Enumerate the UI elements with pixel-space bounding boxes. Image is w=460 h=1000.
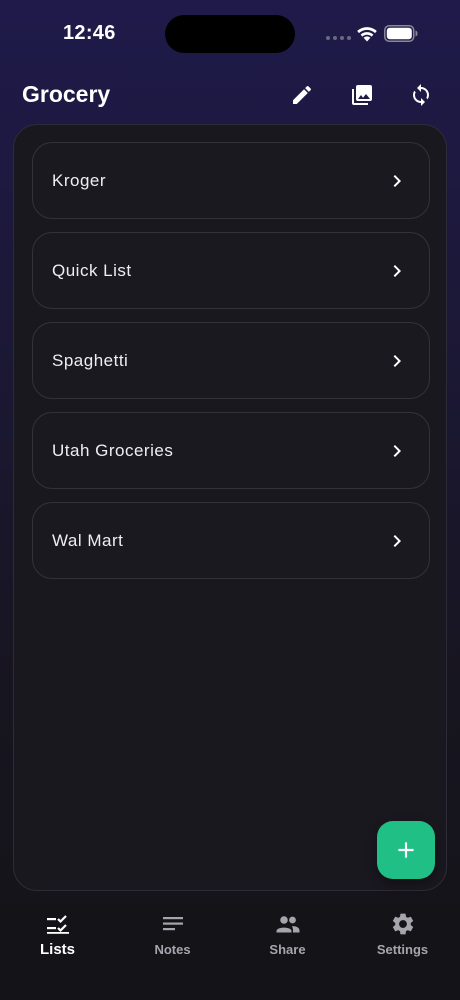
list-item-label: Wal Mart bbox=[52, 531, 124, 550]
list-item-label: Kroger bbox=[52, 171, 107, 190]
chevron-right-icon bbox=[385, 529, 409, 553]
photo-library-button[interactable] bbox=[347, 80, 377, 110]
gear-icon bbox=[390, 911, 416, 937]
status-time: 12:46 bbox=[63, 22, 116, 44]
people-icon bbox=[275, 911, 301, 937]
chevron-right-icon bbox=[385, 349, 409, 373]
app-header: Grocery bbox=[0, 70, 460, 122]
chevron-right-icon bbox=[385, 259, 409, 283]
tab-label: Lists bbox=[39, 941, 75, 958]
wifi-icon bbox=[357, 27, 377, 42]
list-item-quick-list[interactable]: Quick List bbox=[32, 232, 430, 309]
sync-button[interactable] bbox=[406, 80, 436, 110]
list-item-wal-mart[interactable]: Wal Mart bbox=[32, 502, 430, 579]
signal-icon bbox=[326, 36, 351, 40]
photo-library-icon bbox=[352, 85, 372, 105]
tab-label: Settings bbox=[376, 942, 429, 957]
notes-icon bbox=[160, 911, 186, 937]
checklist-icon bbox=[45, 911, 71, 937]
tab-label: Share bbox=[269, 942, 306, 957]
plus-icon bbox=[398, 842, 414, 858]
list-item-utah-groceries[interactable]: Utah Groceries bbox=[32, 412, 430, 489]
list-item-label: Spaghetti bbox=[52, 351, 129, 370]
bottom-nav: Lists Notes Share Settings bbox=[0, 903, 460, 1000]
status-bar: 12:46 bbox=[0, 0, 460, 70]
page-title: Grocery bbox=[22, 81, 111, 107]
dynamic-island bbox=[165, 15, 295, 53]
list-item-label: Quick List bbox=[52, 261, 132, 280]
battery-icon bbox=[384, 25, 418, 42]
pencil-icon bbox=[293, 85, 312, 104]
chevron-right-icon bbox=[385, 169, 409, 193]
tab-share[interactable]: Share bbox=[230, 903, 345, 973]
tab-label: Notes bbox=[154, 942, 191, 957]
chevron-right-icon bbox=[385, 439, 409, 463]
tab-lists[interactable]: Lists bbox=[0, 903, 115, 973]
list-item-label: Utah Groceries bbox=[52, 441, 174, 460]
edit-button[interactable] bbox=[287, 80, 317, 110]
sync-icon bbox=[413, 84, 429, 106]
tab-notes[interactable]: Notes bbox=[115, 903, 230, 973]
list-item-kroger[interactable]: Kroger bbox=[32, 142, 430, 219]
add-list-button[interactable] bbox=[377, 821, 435, 879]
tab-settings[interactable]: Settings bbox=[345, 903, 460, 973]
lists-panel: Kroger Quick List Spaghetti Utah Groceri… bbox=[13, 124, 447, 891]
list-item-spaghetti[interactable]: Spaghetti bbox=[32, 322, 430, 399]
